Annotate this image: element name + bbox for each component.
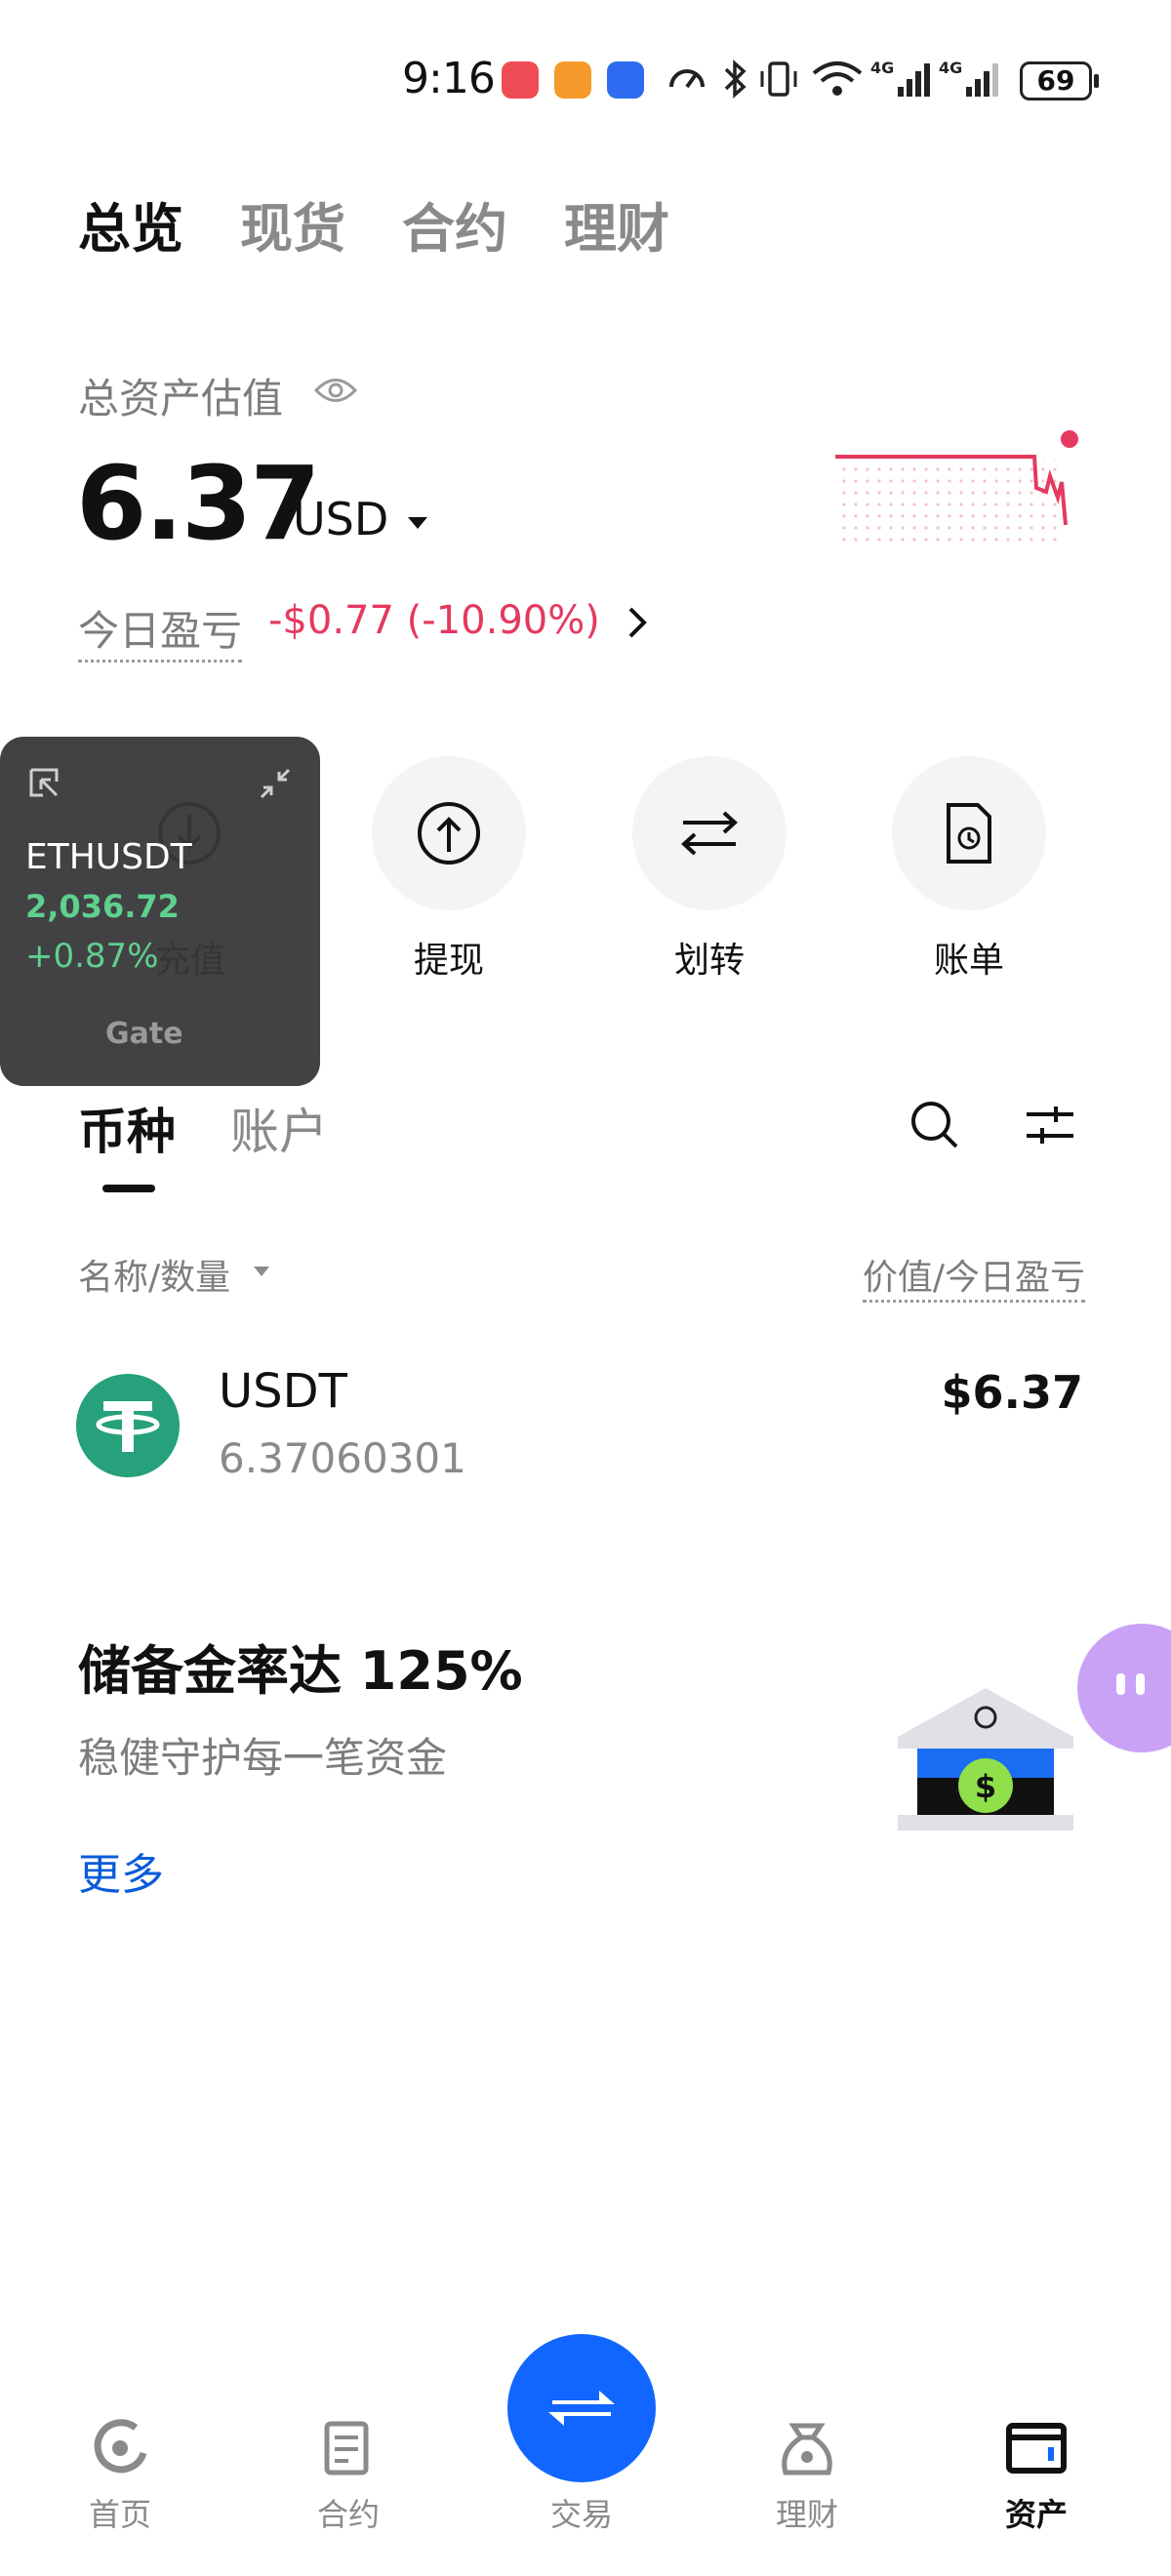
expand-icon[interactable] bbox=[27, 766, 62, 801]
signal-icon-1: 4G bbox=[870, 59, 930, 97]
filter-icon[interactable] bbox=[1023, 1101, 1077, 1149]
futures-nav-icon[interactable] bbox=[270, 2418, 426, 2478]
trade-button[interactable] bbox=[507, 2334, 656, 2482]
withdraw-label[interactable]: 提现 bbox=[351, 932, 546, 983]
home-nav-icon[interactable] bbox=[42, 2418, 198, 2478]
today-pnl-value[interactable]: -$0.77 (-10.90%) bbox=[268, 598, 600, 643]
svg-text:$: $ bbox=[975, 1768, 996, 1805]
finance-nav-icon[interactable] bbox=[729, 2418, 885, 2478]
nav-finance[interactable]: 理财 bbox=[729, 2490, 885, 2535]
status-bar: 9:16 4G 4G 69 bbox=[0, 54, 1171, 122]
coin-amount: 6.37060301 bbox=[219, 1434, 466, 1482]
transfer-label[interactable]: 划转 bbox=[612, 932, 807, 983]
coin-value: $6.37 bbox=[941, 1366, 1083, 1419]
chevron-right-icon[interactable] bbox=[625, 603, 650, 642]
tab-overview[interactable]: 总览 bbox=[78, 185, 183, 262]
today-pnl-label[interactable]: 今日盈亏 bbox=[78, 598, 243, 663]
status-time: 9:16 bbox=[402, 54, 496, 103]
top-tabs: 总览 现货 合约 理财 bbox=[78, 185, 669, 262]
currency-selector[interactable]: USD bbox=[293, 493, 388, 545]
upload-icon bbox=[418, 802, 480, 865]
caret-down-icon[interactable] bbox=[408, 517, 427, 529]
widget-change: +0.87% bbox=[25, 937, 159, 976]
usdt-icon bbox=[76, 1374, 180, 1477]
speed-icon bbox=[669, 69, 705, 89]
battery-indicator: 69 bbox=[1020, 61, 1099, 101]
bluetooth-icon bbox=[724, 60, 747, 99]
tab-coins[interactable]: 币种 bbox=[78, 1093, 176, 1163]
reserve-subtitle: 稳健守护每一笔资金 bbox=[78, 1734, 448, 1782]
transfer-icon bbox=[681, 811, 738, 856]
total-asset-value: 6.37 bbox=[76, 444, 321, 563]
widget-price: 2,036.72 bbox=[25, 888, 180, 925]
withdraw-button[interactable] bbox=[372, 756, 526, 910]
column-name-amount[interactable]: 名称/数量 bbox=[78, 1249, 230, 1300]
bill-icon bbox=[947, 803, 991, 864]
assistant-bubble-icon[interactable] bbox=[1073, 1620, 1171, 1756]
svg-text:4G: 4G bbox=[939, 59, 962, 77]
total-asset-label: 总资产估值 bbox=[78, 375, 284, 423]
tab-finance[interactable]: 理财 bbox=[564, 185, 669, 262]
notes-app-icon bbox=[502, 61, 539, 99]
bill-label[interactable]: 账单 bbox=[871, 932, 1067, 983]
health-app-icon bbox=[554, 61, 591, 99]
more-link[interactable]: 更多 bbox=[78, 1839, 164, 1902]
bill-button[interactable] bbox=[892, 756, 1046, 910]
tab-underline bbox=[102, 1185, 155, 1192]
swap-icon bbox=[548, 2391, 615, 2426]
column-value-pnl[interactable]: 价值/今日盈亏 bbox=[862, 1249, 1085, 1303]
gate-logo: Gate bbox=[105, 1017, 183, 1051]
signal-icon-2: 4G bbox=[939, 59, 998, 97]
nav-home[interactable]: 首页 bbox=[42, 2490, 198, 2535]
coin-symbol: USDT bbox=[219, 1364, 347, 1419]
tab-futures[interactable]: 合约 bbox=[402, 185, 507, 262]
wifi-icon bbox=[812, 61, 863, 96]
transfer-button[interactable] bbox=[632, 756, 787, 910]
asset-sparkline bbox=[835, 430, 1078, 546]
collapse-icon[interactable] bbox=[258, 766, 293, 801]
widget-pair: ETHUSDT bbox=[25, 837, 192, 877]
assets-nav-icon[interactable] bbox=[958, 2418, 1114, 2478]
svg-text:4G: 4G bbox=[870, 59, 894, 77]
tab-spot[interactable]: 现货 bbox=[240, 185, 345, 262]
tab-accounts[interactable]: 账户 bbox=[230, 1093, 328, 1163]
car-app-icon bbox=[607, 61, 644, 99]
sort-caret-icon[interactable] bbox=[254, 1267, 269, 1276]
eye-icon[interactable] bbox=[314, 376, 357, 405]
reserve-title: 储备金率达 125% bbox=[78, 1640, 523, 1702]
nav-trade[interactable]: 交易 bbox=[504, 2490, 660, 2535]
bank-illustration: $ bbox=[898, 1688, 1073, 1831]
search-icon[interactable] bbox=[908, 1098, 962, 1152]
nav-futures[interactable]: 合约 bbox=[270, 2490, 426, 2535]
vibrate-icon bbox=[760, 61, 797, 97]
nav-assets[interactable]: 资产 bbox=[958, 2490, 1114, 2535]
